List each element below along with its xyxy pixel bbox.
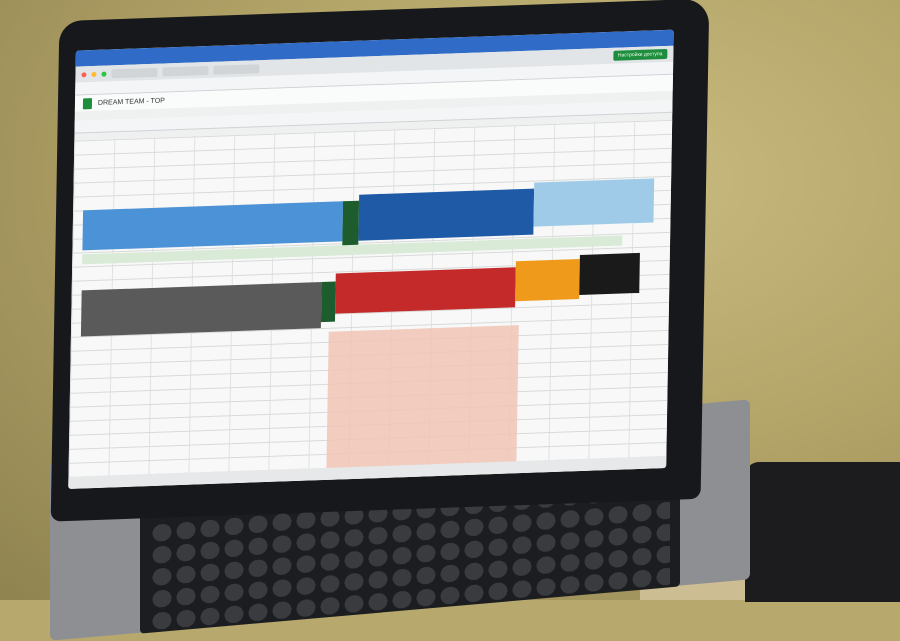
header-band-orange <box>515 259 580 302</box>
browser-tab[interactable] <box>111 67 158 78</box>
spreadsheet-grid[interactable] <box>68 119 673 489</box>
highlighted-range <box>326 325 519 482</box>
maximize-icon[interactable] <box>101 71 107 77</box>
black-bag <box>745 462 900 602</box>
header-band-red <box>335 267 516 314</box>
share-button[interactable]: Настройки доступа <box>612 48 668 61</box>
laptop-screen: Настройки доступа DREAM TEAM - TOP <box>68 29 674 489</box>
header-cell-green <box>342 200 360 248</box>
header-band-gray <box>80 282 322 337</box>
header-band-blue <box>82 201 344 251</box>
header-band-light-blue <box>533 178 655 227</box>
doc-title[interactable]: DREAM TEAM - TOP <box>98 97 165 106</box>
header-cell-green <box>320 281 336 323</box>
browser-tab[interactable] <box>213 63 260 75</box>
header-band-dark-blue <box>358 188 535 241</box>
sheets-icon <box>82 97 93 109</box>
browser-tab[interactable] <box>162 65 209 77</box>
laptop-lid: Настройки доступа DREAM TEAM - TOP <box>50 0 710 522</box>
minimize-icon[interactable] <box>91 71 97 77</box>
close-icon[interactable] <box>81 71 87 77</box>
header-band-black <box>579 252 640 296</box>
